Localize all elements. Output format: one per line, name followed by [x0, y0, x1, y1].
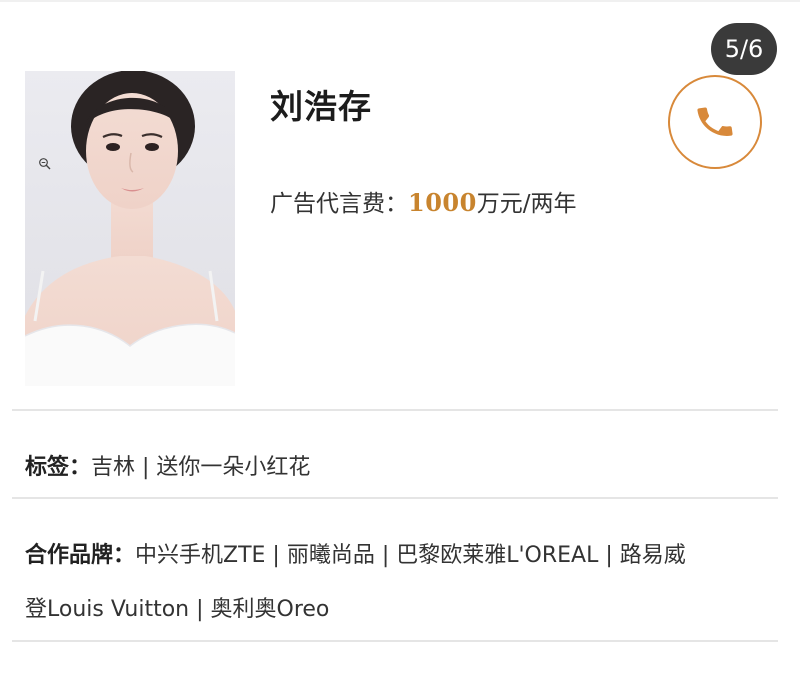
page-counter: 5/6 [711, 23, 777, 75]
tags-label: 标签： [25, 455, 92, 480]
divider [12, 409, 778, 411]
call-button[interactable] [668, 75, 762, 169]
fee-value: 1000 [408, 188, 477, 217]
person-name: 刘浩存 [270, 87, 372, 126]
endorsement-fee: 广告代言费：1000万元/两年 [270, 184, 577, 218]
brands-row: 合作品牌：中兴手机ZTE | 丽曦尚品 | 巴黎欧莱雅L'OREAL | 路易威 [25, 537, 686, 569]
brands-label: 合作品牌： [25, 543, 136, 568]
profile-card: 刘浩存 广告代言费：1000万元/两年 5/6 标签：吉林 | 送你一朵小红花 … [0, 0, 800, 688]
fee-label: 广告代言费： [270, 191, 408, 217]
divider [12, 497, 778, 499]
fee-unit: 万元/两年 [476, 191, 577, 217]
portrait-illustration [25, 71, 235, 386]
zoom-icon[interactable] [38, 157, 52, 171]
phone-icon [697, 107, 733, 136]
profile-photo[interactable] [25, 71, 235, 386]
divider [12, 640, 778, 642]
brands-value-line2: 登Louis Vuitton | 奥利奥Oreo [25, 597, 330, 622]
tags-value: 吉林 | 送你一朵小红花 [91, 455, 311, 480]
top-divider [0, 0, 800, 2]
tags-row: 标签：吉林 | 送你一朵小红花 [25, 449, 310, 481]
brands-value-line1: 中兴手机ZTE | 丽曦尚品 | 巴黎欧莱雅L'OREAL | 路易威 [135, 543, 686, 568]
